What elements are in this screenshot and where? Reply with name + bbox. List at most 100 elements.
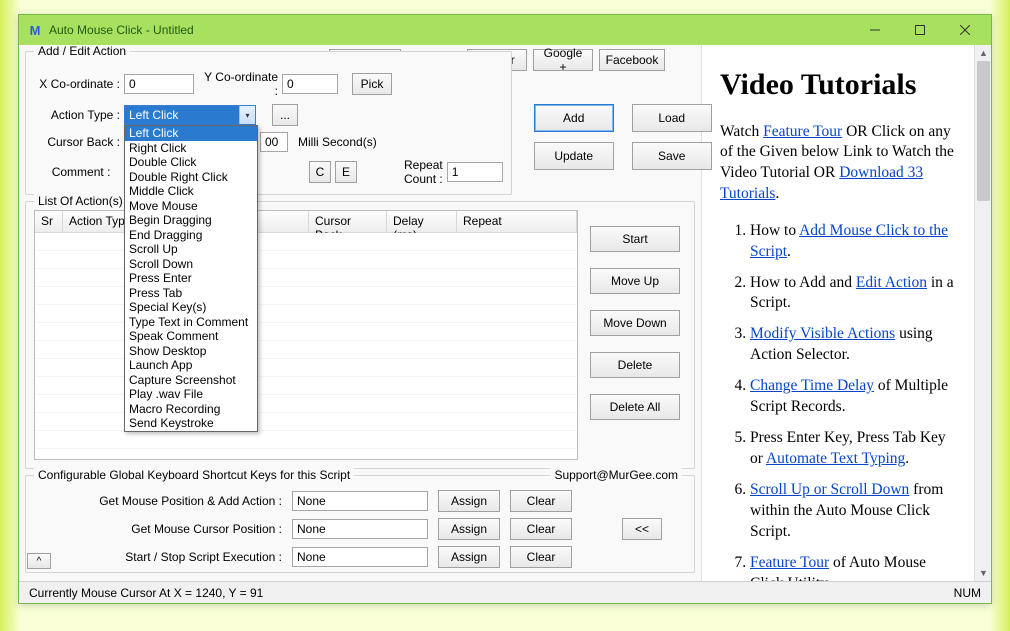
add-edit-legend: Add / Edit Action (34, 45, 130, 58)
shortcut-collapse-button[interactable]: << (622, 518, 662, 540)
tutorial-item: Scroll Up or Scroll Down from within the… (750, 480, 956, 543)
shortcut-row3-assign[interactable]: Assign (438, 546, 500, 568)
action-type-option[interactable]: Launch App (125, 358, 257, 373)
action-type-option[interactable]: Type Text in Comment (125, 315, 257, 330)
tutorials-list: How to Add Mouse Click to the Script.How… (720, 221, 956, 581)
shortcuts-fieldset: Configurable Global Keyboard Shortcut Ke… (25, 475, 695, 573)
shortcut-row1-input[interactable] (292, 491, 428, 511)
statusbar: Currently Mouse Cursor At X = 1240, Y = … (19, 581, 991, 603)
right-panel: Video Tutorials Watch Feature Tour OR Cl… (701, 45, 991, 581)
action-type-value: Left Click (125, 106, 239, 124)
tutorial-link[interactable]: Modify Visible Actions (750, 325, 895, 342)
action-type-option[interactable]: Capture Screenshot (125, 373, 257, 388)
add-button[interactable]: Add (534, 104, 614, 132)
scroll-thumb[interactable] (977, 61, 990, 201)
shortcut-row3-clear[interactable]: Clear (510, 546, 572, 568)
load-button[interactable]: Load (632, 104, 712, 132)
col-delay[interactable]: Delay (ms) (387, 211, 457, 232)
action-type-ellipsis-button[interactable]: ... (272, 104, 298, 126)
tutorial-link[interactable]: Change Time Delay (750, 377, 874, 394)
tutorial-link[interactable]: Automate Text Typing (766, 450, 905, 467)
action-type-option[interactable]: Speak Comment (125, 329, 257, 344)
tutorials-heading: Video Tutorials (720, 65, 956, 106)
left-panel: Tutorial Twitter Google + Facebook Add /… (19, 45, 701, 581)
shortcut-row1-clear[interactable]: Clear (510, 490, 572, 512)
action-type-option[interactable]: Scroll Up (125, 242, 257, 257)
window-title: Auto Mouse Click - Untitled (49, 23, 852, 37)
tutorial-link[interactable]: Feature Tour (750, 554, 829, 571)
repeat-input[interactable] (447, 162, 503, 182)
pick-button[interactable]: Pick (352, 73, 392, 95)
shortcut-row1-assign[interactable]: Assign (438, 490, 500, 512)
tutorial-item: Feature Tour of Auto Mouse Click Utility… (750, 553, 956, 581)
delete-all-button[interactable]: Delete All (590, 394, 680, 420)
support-link[interactable]: Support@MurGee.com (550, 468, 682, 482)
ycoord-input[interactable] (282, 74, 338, 94)
shortcut-row3-input[interactable] (292, 547, 428, 567)
start-button[interactable]: Start (590, 226, 680, 252)
comment-label: Comment : (34, 165, 110, 179)
action-type-option[interactable]: Begin Dragging (125, 213, 257, 228)
maximize-button[interactable] (897, 16, 942, 44)
tutorial-item: Modify Visible Actions using Action Sele… (750, 324, 956, 366)
scroll-down-icon[interactable]: ▼ (975, 565, 991, 581)
tutorial-link[interactable]: Scroll Up or Scroll Down (750, 481, 909, 498)
status-cursor: Currently Mouse Cursor At X = 1240, Y = … (29, 586, 263, 600)
shortcut-row2-clear[interactable]: Clear (510, 518, 572, 540)
googleplus-button[interactable]: Google + (533, 49, 593, 71)
table-body[interactable] (35, 233, 577, 459)
col-sr[interactable]: Sr (35, 211, 63, 232)
add-edit-fieldset: Add / Edit Action X Co-ordinate : Y Co-o… (25, 51, 512, 195)
tutorial-link[interactable]: Edit Action (856, 274, 927, 291)
save-button[interactable]: Save (632, 142, 712, 170)
cursor-back-label: Cursor Back : (34, 135, 120, 149)
shortcut-row2-input[interactable] (292, 519, 428, 539)
delay-input[interactable] (260, 132, 288, 152)
repeat-label: Repeat Count : (371, 158, 443, 186)
table-header: Sr Action Typ Cursor Back Delay (ms) Rep… (35, 211, 577, 233)
action-type-option[interactable]: Press Enter (125, 271, 257, 286)
action-type-option[interactable]: Move Mouse (125, 199, 257, 214)
action-type-option[interactable]: Press Tab (125, 286, 257, 301)
shortcut-row3-label: Start / Stop Script Execution : (34, 550, 282, 564)
action-type-option[interactable]: Right Click (125, 141, 257, 156)
move-up-button[interactable]: Move Up (590, 268, 680, 294)
action-type-option[interactable]: Special Key(s) (125, 300, 257, 315)
c-button[interactable]: C (309, 161, 331, 183)
tutorial-item: How to Add and Edit Action in a Script. (750, 273, 956, 315)
move-down-button[interactable]: Move Down (590, 310, 680, 336)
titlebar[interactable]: M Auto Mouse Click - Untitled (19, 15, 991, 45)
tutorials-pane: Video Tutorials Watch Feature Tour OR Cl… (702, 45, 974, 581)
action-type-option[interactable]: Macro Recording (125, 402, 257, 417)
panel-collapse-caret[interactable]: ^ (27, 553, 51, 569)
feature-tour-link[interactable]: Feature Tour (763, 123, 842, 140)
action-type-option[interactable]: End Dragging (125, 228, 257, 243)
action-type-option[interactable]: Scroll Down (125, 257, 257, 272)
action-type-option[interactable]: Send Keystroke (125, 416, 257, 431)
col-repeat[interactable]: Repeat (457, 211, 577, 232)
col-cursor-back[interactable]: Cursor Back (309, 211, 387, 232)
facebook-button[interactable]: Facebook (599, 49, 665, 71)
action-type-option[interactable]: Left Click (125, 126, 257, 141)
action-type-dropdown[interactable]: Left ClickRight ClickDouble ClickDouble … (124, 125, 258, 432)
action-type-option[interactable]: Double Click (125, 155, 257, 170)
update-button[interactable]: Update (534, 142, 614, 170)
close-button[interactable] (942, 16, 987, 44)
shortcuts-legend: Configurable Global Keyboard Shortcut Ke… (34, 468, 354, 482)
add-load-panel: Add Load Update Save (524, 73, 722, 201)
right-scrollbar[interactable]: ▲ ▼ (974, 45, 991, 581)
delete-button[interactable]: Delete (590, 352, 680, 378)
minimize-button[interactable] (852, 16, 897, 44)
shortcut-row2-assign[interactable]: Assign (438, 518, 500, 540)
actions-table[interactable]: Sr Action Typ Cursor Back Delay (ms) Rep… (34, 210, 578, 460)
action-type-option[interactable]: Play .wav File (125, 387, 257, 402)
scroll-up-icon[interactable]: ▲ (975, 45, 991, 61)
e-button[interactable]: E (335, 161, 357, 183)
action-type-combo[interactable]: Left Click ▾ Left ClickRight ClickDouble… (124, 105, 256, 125)
list-side-buttons: Start Move Up Move Down Delete Delete Al… (586, 210, 686, 460)
action-type-option[interactable]: Double Right Click (125, 170, 257, 185)
action-type-option[interactable]: Show Desktop (125, 344, 257, 359)
xcoord-input[interactable] (124, 74, 194, 94)
action-type-option[interactable]: Middle Click (125, 184, 257, 199)
xcoord-label: X Co-ordinate : (34, 77, 120, 91)
